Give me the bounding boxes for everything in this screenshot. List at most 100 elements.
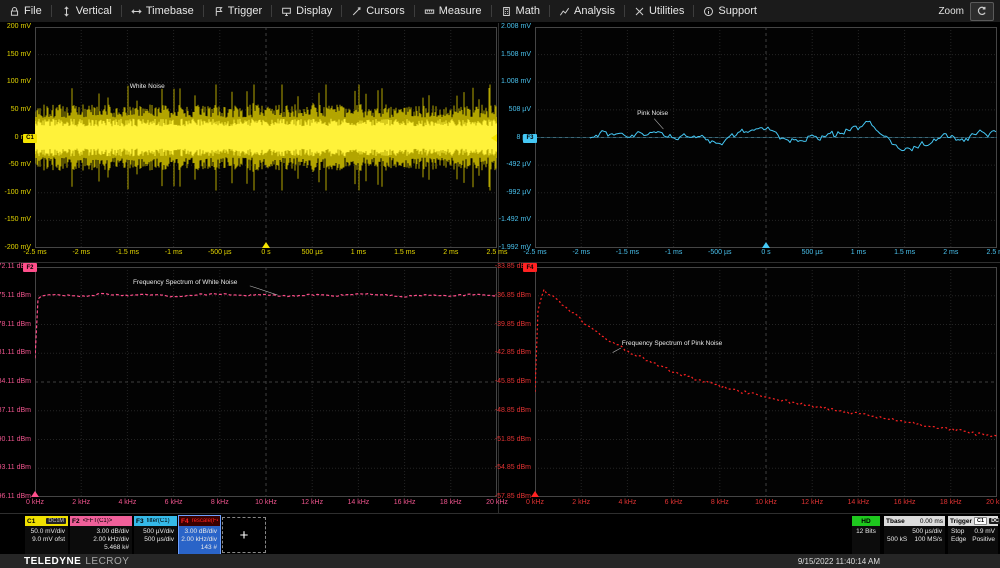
x-tick-label: 20 kHz [486, 499, 508, 506]
panel-f2-spectrum-white-noise[interactable] [35, 267, 497, 497]
trigger-level-marker[interactable] [491, 134, 497, 142]
x-axis-labels-c1: -2.5 ms-2 ms-1.5 ms-1 ms-500 µs0 s500 µs… [35, 249, 497, 259]
menu-label: Trigger [228, 5, 262, 17]
measure-ruler-icon [424, 6, 435, 17]
menu-measure[interactable]: Measure [415, 0, 491, 22]
x-tick-label: -2 ms [72, 249, 90, 256]
trigger-level: 0.9 mV [974, 528, 995, 536]
adc-bits-label: 12 Bits [856, 528, 876, 535]
descriptor-line: 500 µs/div [136, 536, 174, 544]
x-tick-label: 6 kHz [165, 499, 183, 506]
x-tick-label: -2 ms [572, 249, 590, 256]
timebase-samples: 500 kS [887, 536, 907, 544]
trace-level-marker-f3[interactable]: F3 [523, 134, 537, 143]
annotation-f2-spectrum-white-noise: Frequency Spectrum of White Noise [133, 279, 237, 286]
x-tick-label: 18 kHz [940, 499, 962, 506]
menu-label: Analysis [574, 5, 615, 17]
menu-bar: FileVertical Timebase Trigger DisplayCursor… [0, 0, 1000, 23]
panel-f3-pink-noise[interactable] [535, 27, 997, 248]
display-monitor-icon [281, 6, 292, 17]
trigger-type: Edge [951, 536, 966, 544]
timebase-box[interactable]: Tbase 0.00 ms 500 µs/div 500 kS 100 MS/s [884, 516, 945, 554]
x-tick-label: -2.5 ms [23, 249, 46, 256]
x-tick-label: 2.5 ms [986, 249, 1000, 256]
utilities-tools-icon [634, 6, 645, 17]
trigger-header: Trigger C1 DC [948, 516, 998, 526]
menu-trigger[interactable]: Trigger [204, 0, 271, 22]
x-tick-label: 8 kHz [711, 499, 729, 506]
zoom-button[interactable] [970, 2, 994, 21]
descriptor-header: F4rescale(F4) [179, 516, 220, 526]
descriptor-f3[interactable]: F3filter(C1)500 µV/div500 µs/div [134, 516, 177, 554]
descriptor-line: 500 µV/div [136, 528, 174, 536]
x-tick-label: 18 kHz [440, 499, 462, 506]
x-tick-label: 14 kHz [847, 499, 869, 506]
zoom-label: Zoom [938, 6, 964, 17]
x-tick-label: 500 µs [802, 249, 823, 256]
trigger-box[interactable]: Trigger C1 DC Stop 0.9 mV Edge Positive [948, 516, 998, 554]
trigger-flag-icon [213, 6, 224, 17]
menu-timebase[interactable]: Timebase [122, 0, 203, 22]
descriptor-c1[interactable]: C1DC1M50.0 mV/div9.0 mV ofst [25, 516, 68, 554]
axis-time-marker-f3[interactable] [762, 242, 770, 248]
y-tick-label: -87.11 dBm [0, 407, 31, 414]
x-tick-label: 12 kHz [801, 499, 823, 506]
menu-support[interactable]: Support [694, 0, 766, 22]
x-tick-label: 20 kHz [986, 499, 1000, 506]
x-tick-label: 16 kHz [394, 499, 416, 506]
x-axis-labels-f4: 0 kHz2 kHz4 kHz6 kHz8 kHz10 kHz12 kHz14 … [535, 499, 997, 509]
menu-label: Support [718, 5, 757, 17]
descriptor-header: F3filter(C1) [134, 516, 177, 526]
y-axis-labels-f4: -33.85 dBm-36.85 dBm-39.85 dBm-42.85 dBm… [500, 267, 533, 497]
trace-name: F4 [181, 518, 189, 525]
x-tick-label: 2 ms [943, 249, 958, 256]
descriptor-values: 3.00 dB/div2.00 kHz/div143 # [179, 526, 220, 553]
menu-utilities[interactable]: Utilities [625, 0, 693, 22]
add-trace-button[interactable]: + [222, 517, 266, 553]
menu-file[interactable]: File [0, 0, 51, 22]
menu-vertical[interactable]: Vertical [52, 0, 121, 22]
math-calculator-icon [501, 6, 512, 17]
y-tick-label: 150 mV [7, 51, 31, 58]
descriptor-area-divider [0, 513, 1000, 514]
descriptor-line: 3.00 dB/div [72, 528, 129, 536]
descriptor-header: C1DC1M [25, 516, 68, 526]
hd-mode-box[interactable]: HD 12 Bits [852, 516, 880, 554]
menu-cursors[interactable]: Cursors [342, 0, 414, 22]
menu-label: Timebase [146, 5, 194, 17]
panel-c1-white-noise[interactable] [35, 27, 497, 248]
x-tick-label: 1 ms [351, 249, 366, 256]
trace-level-marker-c1[interactable]: C1 [23, 134, 37, 143]
axis-time-marker-f2[interactable] [31, 491, 39, 497]
y-tick-label: -100 mV [5, 189, 31, 196]
trigger-body: Stop 0.9 mV Edge Positive [948, 526, 998, 545]
menu-display[interactable]: Display [272, 0, 341, 22]
menu-math[interactable]: Math [492, 0, 549, 22]
panel-f4-spectrum-pink-noise[interactable] [535, 267, 997, 497]
axis-time-marker-f4[interactable] [531, 491, 539, 497]
trace-level-marker-f4[interactable]: F4 [523, 263, 537, 272]
descriptor-f2[interactable]: F2<FFT(C1)>3.00 dB/div2.00 kHz/div5.468 … [70, 516, 132, 554]
trace-level-marker-f2[interactable]: F2 [23, 263, 37, 272]
trace-name: F2 [72, 518, 80, 525]
brand-lecroy: LECROY [85, 556, 129, 567]
y-tick-label: -51.85 dBm [495, 436, 531, 443]
y-tick-label: -93.11 dBm [0, 464, 31, 471]
hd-badge: HD [852, 516, 880, 526]
menu-analysis[interactable]: Analysis [550, 0, 624, 22]
descriptor-line: 5.468 k# [72, 544, 129, 552]
descriptor-values: 3.00 dB/div2.00 kHz/div5.468 k# [70, 526, 132, 553]
x-tick-label: -1.5 ms [116, 249, 139, 256]
annotation-f4-spectrum-pink-noise: Frequency Spectrum of Pink Noise [622, 340, 722, 347]
brand-logo: TELEDYNELECROY [24, 556, 129, 567]
cursors-pencil-icon [351, 6, 362, 17]
trigger-mode: Stop [951, 528, 964, 536]
annotation-c1-white-noise: White Noise [130, 83, 165, 90]
y-tick-label: -54.85 dBm [495, 464, 531, 471]
axis-time-marker-c1[interactable] [262, 242, 270, 248]
x-tick-label: 10 kHz [755, 499, 777, 506]
y-tick-label: 2.008 mV [501, 23, 531, 30]
descriptor-values: 500 µV/div500 µs/div [134, 526, 177, 544]
datetime-label: 9/15/2022 11:40:14 AM [798, 557, 880, 566]
descriptor-f4[interactable]: F4rescale(F4)3.00 dB/div2.00 kHz/div143 … [179, 516, 220, 554]
